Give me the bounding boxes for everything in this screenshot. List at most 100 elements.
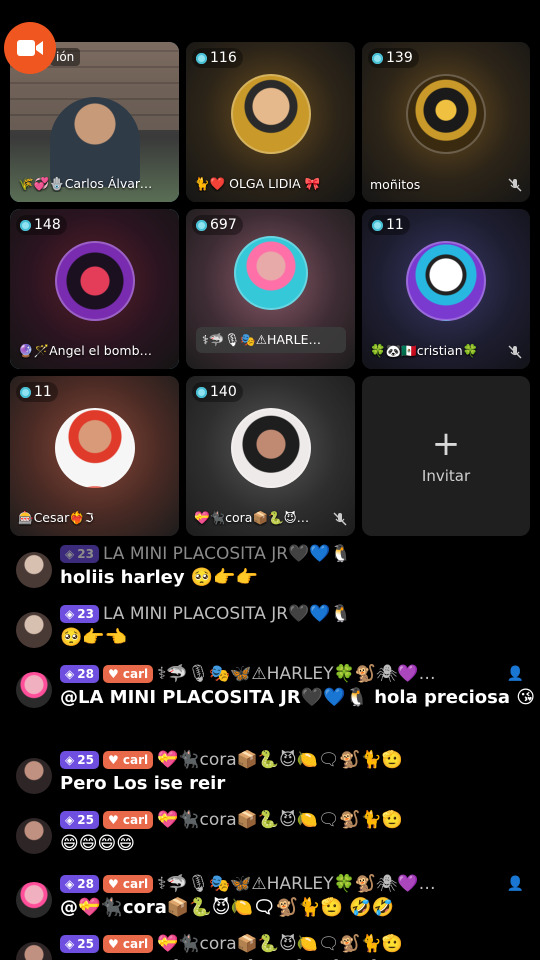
avatar[interactable] (16, 552, 52, 588)
username[interactable]: ⚕🦈🎙🎭🦋⚠HARLEY🍀🐒🕷💜… (157, 874, 435, 894)
gem-icon (20, 219, 31, 231)
username[interactable]: ⚕🦈🎙🎭🦋⚠HARLEY🍀🐒🕷💜… (157, 664, 435, 684)
avatar (406, 241, 486, 321)
guest-name: 💝🐈‍⬛cora📦🐍😈… (194, 510, 310, 525)
level-gem-icon: ◈ (65, 937, 75, 951)
avatar (233, 236, 308, 310)
avatar[interactable] (16, 882, 52, 918)
mic-muted-icon (508, 345, 522, 359)
level-gem-icon: ◈ (65, 753, 75, 767)
fan-club-tag: ♥ carl (102, 665, 154, 683)
chat-message[interactable]: ◈ 25 ♥ carl 💝🐈‍⬛cora📦🐍😈🍋🗨🐒🐈🫡 😄😄😄😄 (0, 808, 540, 872)
viewer-count-badge: 697 (192, 215, 243, 235)
viewer-count-badge: 148 (16, 215, 67, 235)
camera-toggle-button[interactable] (4, 22, 56, 74)
guest-tile-olga[interactable]: 116 🐈❤️ OLGA LIDIA 🎀 (186, 42, 355, 202)
guest-name: 🌾💞🪬Carlos Álvarez… (18, 176, 155, 191)
message-meta: ◈ 25 ♥ carl 💝🐈‍⬛cora📦🐍😈🍋🗨🐒🐈🫡 (60, 932, 540, 956)
fan-club-tag: ♥ carl (102, 811, 154, 829)
avatar (406, 74, 486, 154)
host-person-icon: 👤 (506, 666, 524, 682)
chat-message[interactable]: ◈ 23 LA MINI PLACOSITA JR🖤💙🐧 holiis harley … (0, 542, 540, 602)
level-gem-icon: ◈ (65, 607, 75, 621)
message-text: holiis harley 🥺👉👉 (60, 567, 259, 588)
guest-grid: 🌾💞🪬Carlos Álvarez… 116 🐈❤️ OLGA LIDIA 🎀 … (10, 42, 530, 536)
mic-muted-icon (333, 512, 347, 526)
level-badge: ◈ 23 (60, 545, 99, 563)
message-meta: ◈ 28 ♥ carl ⚕🦈🎙🎭🦋⚠HARLEY🍀🐒🕷💜… (60, 662, 540, 686)
message-text: Pero Los ise reir (60, 773, 226, 794)
avatar[interactable] (16, 758, 52, 794)
heart-icon: ♥ (107, 667, 119, 681)
heart-icon: ♥ (107, 813, 119, 827)
message-meta: ◈ 25 ♥ carl 💝🐈‍⬛cora📦🐍😈🍋🗨🐒🐈🫡 (60, 748, 540, 772)
heart-icon: ♥ (107, 753, 119, 767)
chat-message[interactable]: ◈ 28 ♥ carl ⚕🦈🎙🎭🦋⚠HARLEY🍀🐒🕷💜… @LA MINI PLACO… (0, 662, 540, 748)
mic-muted-icon (508, 178, 522, 192)
username[interactable]: LA MINI PLACOSITA JR🖤💙🐧 (103, 604, 352, 624)
level-gem-icon: ◈ (65, 547, 75, 561)
guest-tile-monitos[interactable]: 139 moñitos (362, 42, 530, 202)
avatar (54, 241, 135, 321)
viewer-count-badge: 116 (192, 48, 243, 68)
message-meta: ◈ 23 LA MINI PLACOSITA JR🖤💙🐧 (60, 542, 540, 566)
guest-tile-cesar[interactable]: 11 🎰Cesar❤️‍🔥ℑ (10, 376, 179, 536)
message-meta: ◈ 23 LA MINI PLACOSITA JR🖤💙🐧 (60, 602, 540, 626)
guest-tile-angel[interactable]: 148 🔮🪄Angel el bombon… (10, 209, 179, 369)
guest-name: 🐈❤️ OLGA LIDIA 🎀 (194, 176, 321, 191)
avatar[interactable] (16, 942, 52, 960)
avatar (230, 74, 311, 154)
level-badge: ◈ 25 (60, 751, 99, 769)
level-gem-icon: ◈ (65, 667, 75, 681)
avatar[interactable] (16, 612, 52, 648)
avatar (54, 408, 135, 488)
level-badge: ◈ 23 (60, 605, 99, 623)
guest-name: 🎰Cesar❤️‍🔥ℑ (18, 510, 94, 525)
viewer-count-badge: 11 (368, 215, 410, 235)
gem-icon (372, 52, 383, 64)
message-meta: ◈ 25 ♥ carl 💝🐈‍⬛cora📦🐍😈🍋🗨🐒🐈🫡 (60, 808, 540, 832)
level-badge: ◈ 28 (60, 665, 99, 683)
gem-icon (196, 386, 207, 398)
fan-club-tag: ♥ carl (102, 935, 154, 953)
guest-tile-cristian[interactable]: 11 🍀🐼🇲🇽cristian🍀 (362, 209, 530, 369)
avatar (230, 408, 311, 488)
message-text: @💝🐈‍⬛cora📦🐍😈🍋🗨🐒🐈🫡 🤣🤣 (60, 897, 395, 918)
message-meta: ◈ 28 ♥ carl ⚕🦈🎙🎭🦋⚠HARLEY🍀🐒🕷💜… (60, 872, 540, 896)
chat-message[interactable]: ◈ 25 ♥ carl 💝🐈‍⬛cora📦🐍😈🍋🗨🐒🐈🫡 Pero Los ise re… (0, 748, 540, 808)
message-text: Tengo Que ir practicando abuela (60, 956, 540, 960)
level-badge: ◈ 25 (60, 935, 99, 953)
heart-icon: ♥ (107, 937, 119, 951)
username[interactable]: LA MINI PLACOSITA JR🖤💙🐧 (103, 544, 352, 564)
gem-icon (372, 219, 383, 231)
viewer-count-badge: 11 (16, 382, 58, 402)
chat-message[interactable]: ◈ 23 LA MINI PLACOSITA JR🖤💙🐧 🥺👉👈 (0, 602, 540, 662)
fan-club-tag: ♥ carl (102, 751, 154, 769)
chat-message[interactable]: ◈ 28 ♥ carl ⚕🦈🎙🎭🦋⚠HARLEY🍀🐒🕷💜… @💝🐈‍⬛cora📦🐍😈🍋🗨… (0, 872, 540, 932)
invite-label: Invitar (421, 467, 471, 485)
username[interactable]: 💝🐈‍⬛cora📦🐍😈🍋🗨🐒🐈🫡 (157, 750, 403, 770)
guest-tile-cora[interactable]: 140 💝🐈‍⬛cora📦🐍😈… (186, 376, 355, 536)
gem-icon (196, 52, 207, 64)
host-name-tag: ⚕🦈🎙🎭⚠HARLE… (196, 327, 346, 353)
fan-club-tag: ♥ carl (102, 875, 154, 893)
avatar[interactable] (16, 818, 52, 854)
guest-name: moñitos (370, 177, 421, 192)
gem-icon (196, 219, 207, 231)
guest-name: 🍀🐼🇲🇽cristian🍀 (370, 343, 479, 358)
video-camera-icon (17, 40, 43, 56)
guest-name: 🔮🪄Angel el bombon… (18, 343, 155, 358)
invite-button[interactable]: + Invitar (362, 376, 530, 536)
message-text: 🥺👉👈 (60, 627, 128, 648)
guest-tile-harley[interactable]: 697 ⚕🦈🎙🎭⚠HARLE… (186, 209, 355, 369)
viewer-count-badge: 140 (192, 382, 243, 402)
gem-icon (20, 386, 31, 398)
username[interactable]: 💝🐈‍⬛cora📦🐍😈🍋🗨🐒🐈🫡 (157, 810, 403, 830)
host-person-icon: 👤 (506, 876, 524, 892)
level-gem-icon: ◈ (65, 877, 75, 891)
level-gem-icon: ◈ (65, 813, 75, 827)
chat-message[interactable]: ◈25♥ carl💝🐈‍⬛cora📦🐍😈🍋🗨🐒🐈🫡Tengo Que ir pr… (0, 932, 540, 960)
username[interactable]: 💝🐈‍⬛cora📦🐍😈🍋🗨🐒🐈🫡 (157, 934, 403, 954)
viewer-count-badge: 139 (368, 48, 419, 68)
avatar[interactable] (16, 672, 52, 708)
